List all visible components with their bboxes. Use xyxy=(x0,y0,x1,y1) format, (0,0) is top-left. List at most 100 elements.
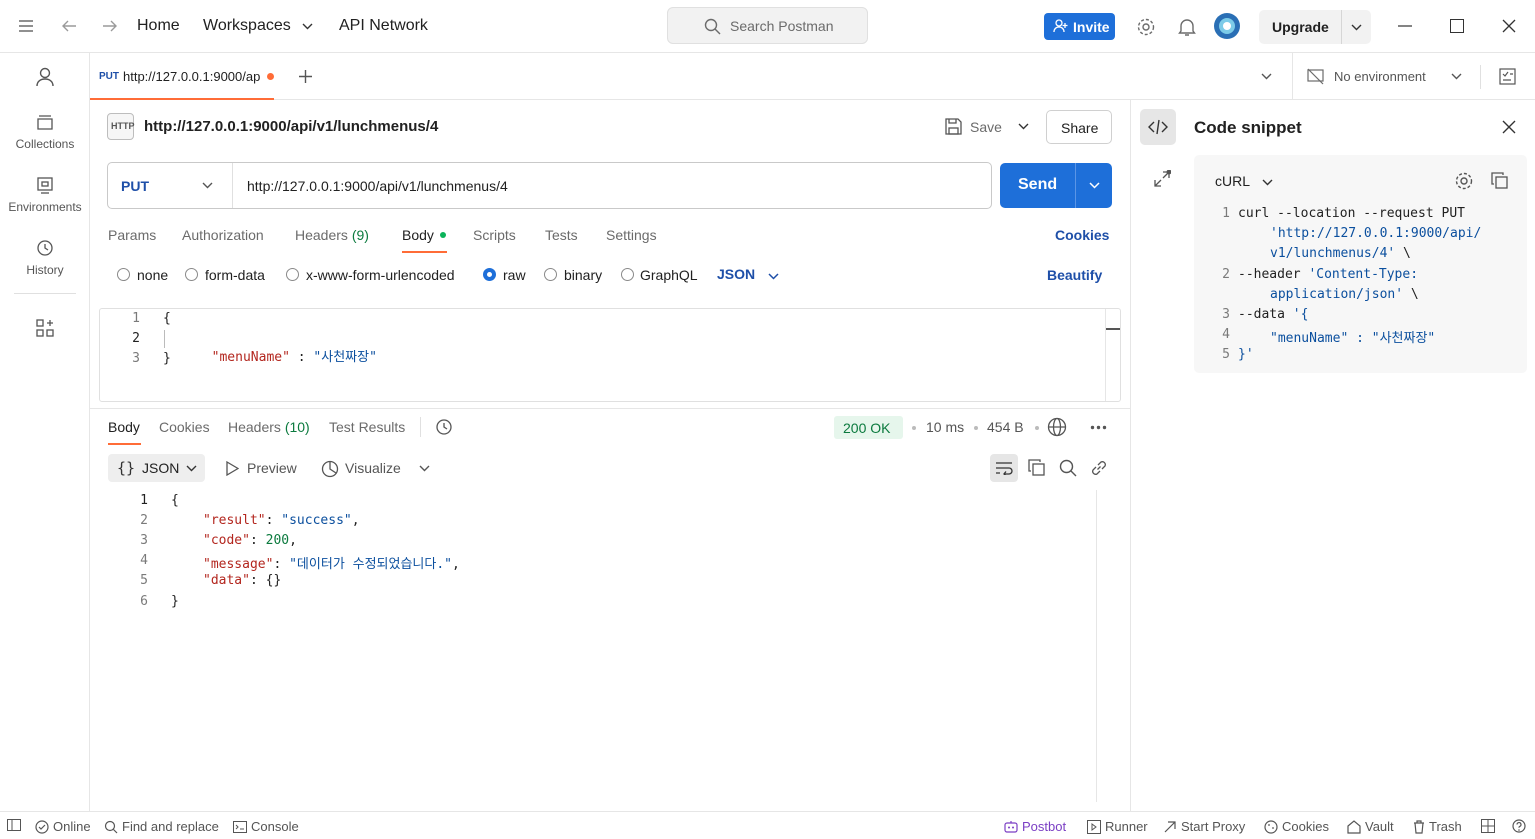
beautify-link[interactable]: Beautify xyxy=(1047,267,1102,283)
line-number: 1 xyxy=(1222,206,1230,221)
radio-graphql[interactable] xyxy=(621,268,634,281)
request-tab[interactable]: PUT http://127.0.0.1:9000/ap xyxy=(90,53,274,100)
console-button[interactable]: Console xyxy=(233,819,299,834)
editor-scrollbar[interactable] xyxy=(1105,309,1106,401)
menu-icon[interactable] xyxy=(18,19,34,33)
layout-icon[interactable] xyxy=(1481,819,1495,833)
invite-button[interactable]: Invite xyxy=(1044,13,1115,40)
tab-tests[interactable]: Tests xyxy=(545,227,578,243)
close-icon[interactable] xyxy=(1502,19,1516,33)
environment-label: No environment xyxy=(1334,69,1426,84)
copy-snippet-icon[interactable] xyxy=(1491,172,1508,189)
upgrade-label: Upgrade xyxy=(1272,19,1329,35)
link-icon[interactable] xyxy=(1090,459,1108,477)
copy-icon[interactable] xyxy=(1028,459,1045,476)
chevron-down-icon[interactable] xyxy=(419,465,430,472)
postbot-button[interactable]: Postbot xyxy=(1004,819,1066,834)
search-icon[interactable] xyxy=(1059,459,1077,477)
wrap-lines-button[interactable] xyxy=(990,454,1018,482)
radio-binary[interactable] xyxy=(544,268,557,281)
radio-urlencoded[interactable] xyxy=(286,268,299,281)
nav-workspaces[interactable]: Workspaces xyxy=(203,17,291,35)
help-icon[interactable] xyxy=(1512,819,1526,833)
radio-form-data[interactable] xyxy=(185,268,198,281)
url-bar: PUT http://127.0.0.1:9000/api/v1/lunchme… xyxy=(107,162,992,209)
more-options-icon[interactable] xyxy=(1090,425,1107,430)
online-status[interactable]: Online xyxy=(35,819,91,834)
url-input[interactable]: http://127.0.0.1:9000/api/v1/lunchmenus/… xyxy=(247,178,508,194)
chevron-down-icon[interactable] xyxy=(302,23,313,30)
tab-headers[interactable]: Headers (9) xyxy=(295,227,369,243)
share-button[interactable]: Share xyxy=(1046,110,1112,144)
forward-icon[interactable] xyxy=(102,19,118,33)
nav-home[interactable]: Home xyxy=(137,17,180,35)
response-tab-cookies[interactable]: Cookies xyxy=(159,419,210,435)
visualize-button[interactable]: Visualize xyxy=(321,459,405,479)
response-tab-headers[interactable]: Headers (10) xyxy=(228,419,310,435)
status-badge[interactable]: 200 OK xyxy=(834,416,903,439)
response-format-select[interactable]: {} JSON xyxy=(108,454,205,482)
related-collections-icon[interactable] xyxy=(1153,170,1171,188)
user-icon[interactable] xyxy=(36,67,54,87)
tab-authorization[interactable]: Authorization xyxy=(182,227,264,243)
request-title[interactable]: http://127.0.0.1:9000/api/v1/lunchmenus/… xyxy=(144,118,438,135)
history-icon[interactable] xyxy=(435,418,453,436)
play-icon xyxy=(226,461,239,476)
environment-selector[interactable]: No environment xyxy=(1304,65,1466,89)
trash-button[interactable]: Trash xyxy=(1413,819,1462,834)
avatar[interactable] xyxy=(1213,12,1241,40)
sidebar-item-collections[interactable]: Collections xyxy=(0,113,90,151)
tab-settings[interactable]: Settings xyxy=(606,227,657,243)
environment-quick-look-icon[interactable] xyxy=(1499,68,1516,85)
upgrade-button[interactable]: Upgrade xyxy=(1259,10,1371,44)
search-bar[interactable]: Search Postman xyxy=(667,7,868,44)
json-trail: , xyxy=(451,557,460,572)
code-snippet-toggle[interactable] xyxy=(1140,109,1176,145)
cookies-button[interactable]: Cookies xyxy=(1264,819,1329,834)
line-number: 5 xyxy=(140,573,148,588)
send-button[interactable]: Send xyxy=(1000,163,1112,208)
method-label: PUT xyxy=(121,178,149,194)
response-tab-body[interactable]: Body xyxy=(108,419,141,445)
sidebar-item-environments[interactable]: Environments xyxy=(0,176,90,214)
find-replace-button[interactable]: Find and replace xyxy=(104,819,219,834)
cookies-link[interactable]: Cookies xyxy=(1055,227,1109,243)
save-dropdown-icon[interactable] xyxy=(1018,123,1029,130)
radio-none[interactable] xyxy=(117,268,130,281)
response-tab-test-results[interactable]: Test Results xyxy=(329,419,405,435)
start-proxy-button[interactable]: Start Proxy xyxy=(1163,819,1245,834)
save-button[interactable]: Save xyxy=(944,117,1004,137)
tab-scripts[interactable]: Scripts xyxy=(473,227,516,243)
language-select[interactable]: cURL xyxy=(1215,173,1275,193)
maximize-icon[interactable] xyxy=(1450,19,1464,33)
response-size[interactable]: 454 B xyxy=(987,419,1024,435)
vault-button[interactable]: Vault xyxy=(1347,819,1394,834)
minimize-icon[interactable] xyxy=(1398,25,1412,27)
visualize-label: Visualize xyxy=(345,460,401,476)
chevron-down-icon[interactable] xyxy=(1351,24,1362,31)
response-scrollbar[interactable] xyxy=(1096,490,1097,802)
format-select[interactable]: JSON xyxy=(717,266,781,286)
tabs-dropdown-icon[interactable] xyxy=(1261,73,1272,80)
snippet-settings-icon[interactable] xyxy=(1454,171,1474,191)
radio-raw[interactable] xyxy=(483,268,496,281)
settings-icon[interactable] xyxy=(1136,17,1156,37)
snippet-header-value: application/json' xyxy=(1270,287,1404,302)
tab-params[interactable]: Params xyxy=(108,227,156,243)
response-time[interactable]: 10 ms xyxy=(926,419,964,435)
globe-icon[interactable] xyxy=(1047,417,1067,437)
method-select[interactable]: PUT xyxy=(108,163,233,208)
toggle-sidebar-button[interactable] xyxy=(7,819,21,831)
configure-sidebar-icon[interactable] xyxy=(36,319,54,337)
preview-button[interactable]: Preview xyxy=(225,459,300,479)
tab-body[interactable]: Body xyxy=(402,227,447,253)
close-panel-icon[interactable] xyxy=(1502,120,1516,134)
back-icon[interactable] xyxy=(61,19,77,33)
tab-title: http://127.0.0.1:9000/ap xyxy=(123,69,261,84)
chevron-down-icon[interactable] xyxy=(1089,182,1100,189)
bell-icon[interactable] xyxy=(1178,17,1196,37)
new-tab-icon[interactable] xyxy=(298,69,313,84)
sidebar-item-history[interactable]: History xyxy=(0,239,90,277)
nav-api-network[interactable]: API Network xyxy=(339,17,428,35)
runner-button[interactable]: Runner xyxy=(1087,819,1148,834)
